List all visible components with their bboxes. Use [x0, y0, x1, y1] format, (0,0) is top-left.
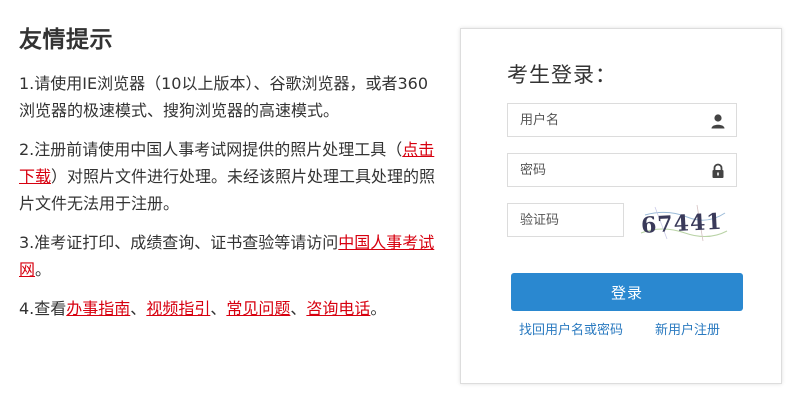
captcha-image[interactable]: 67441 [637, 203, 729, 243]
tip-item-4-suffix: 。 [370, 299, 387, 318]
separator: 、 [210, 299, 227, 318]
username-input[interactable] [508, 104, 710, 136]
tip-item-3-prefix: 3.准考证打印、成绩查询、证书查验等请访问 [19, 233, 339, 252]
login-button[interactable]: 登录 [511, 273, 743, 311]
username-field-wrapper [507, 103, 737, 137]
guide-link[interactable]: 办事指南 [66, 299, 130, 318]
login-title: 考生登录： [507, 63, 617, 87]
password-input[interactable] [508, 154, 710, 186]
tip-item-4-prefix: 4.查看 [19, 299, 67, 318]
lock-icon [710, 163, 726, 179]
faq-link[interactable]: 常见问题 [226, 299, 290, 318]
tips-title: 友情提示 [19, 27, 113, 53]
separator: 、 [130, 299, 147, 318]
contact-phone-link[interactable]: 咨询电话 [306, 299, 370, 318]
captcha-input[interactable] [508, 204, 620, 236]
separator: 、 [290, 299, 307, 318]
page: 友情提示 1.请使用IE浏览器（10以上版本）、谷歌浏览器，或者360浏览器的极… [0, 0, 789, 402]
tips-section: 友情提示 1.请使用IE浏览器（10以上版本）、谷歌浏览器，或者360浏览器的极… [19, 24, 439, 334]
tip-item-2-prefix: 2.注册前请使用中国人事考试网提供的照片处理工具（ [19, 140, 403, 159]
tip-item-1: 1.请使用IE浏览器（10以上版本）、谷歌浏览器，或者360浏览器的极速模式、搜… [19, 70, 439, 124]
password-field-wrapper [507, 153, 737, 187]
video-guide-link[interactable]: 视频指引 [146, 299, 210, 318]
captcha-text: 67441 [640, 209, 723, 239]
tip-item-3-suffix: 。 [35, 260, 52, 279]
register-link[interactable]: 新用户注册 [655, 319, 720, 338]
recover-account-link[interactable]: 找回用户名或密码 [519, 319, 623, 338]
tip-item-4: 4.查看办事指南、视频指引、常见问题、咨询电话。 [19, 295, 439, 322]
user-icon [710, 113, 726, 129]
tip-item-1-text: 1.请使用IE浏览器（10以上版本）、谷歌浏览器，或者360浏览器的极速模式、搜… [19, 74, 428, 120]
tip-item-3: 3.准考证打印、成绩查询、证书查验等请访问中国人事考试网。 [19, 229, 439, 283]
login-panel: 考生登录： 用户名 验证码 67441 登录 找回用户名或密码 新用户注册 [460, 28, 782, 384]
tip-item-2: 2.注册前请使用中国人事考试网提供的照片处理工具（点击下载）对照片文件进行处理。… [19, 136, 439, 217]
captcha-field-wrapper [507, 203, 624, 237]
tip-item-2-suffix: ）对照片文件进行处理。未经该照片处理工具处理的照片文件无法用于注册。 [19, 167, 436, 213]
